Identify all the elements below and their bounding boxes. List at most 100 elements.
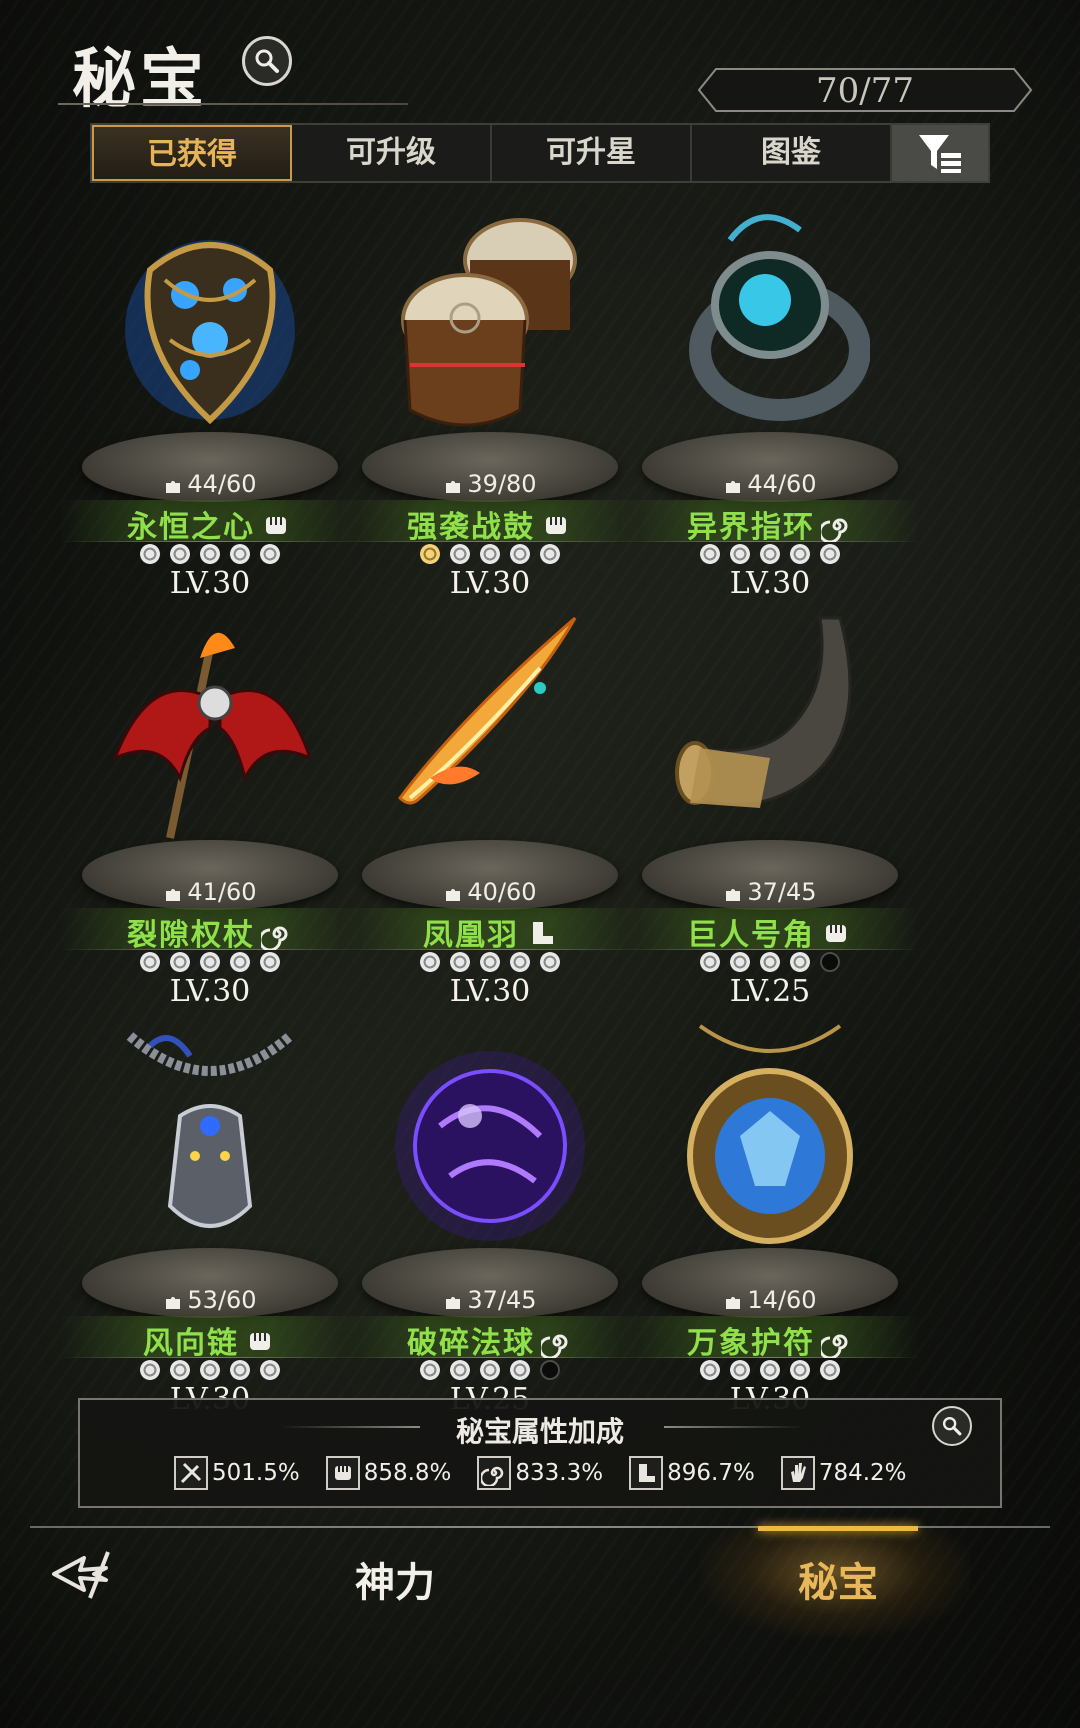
star-icon (480, 544, 500, 564)
star-icon (510, 1360, 530, 1380)
star-icon (790, 952, 810, 972)
search-icon (255, 49, 279, 73)
treasure-level: LV.30 (169, 974, 251, 1009)
star-icon (510, 544, 530, 564)
puzzle-icon (166, 889, 181, 901)
page-title: 秘宝 (72, 42, 208, 117)
treasure-card[interactable]: 14/60 万象护符 LV.30 (620, 1016, 920, 1417)
bonus-search-button[interactable] (932, 1406, 972, 1446)
treasure-name: 永恒之心 (60, 502, 360, 546)
treasure-name-text: 异界指环 (687, 510, 815, 545)
fist-icon (546, 517, 566, 534)
star-rating (340, 952, 640, 972)
puzzle-icon (726, 1297, 741, 1309)
bonus-stats: 501.5% 858.8% 833.3% 896.7% 784.2% (174, 1456, 907, 1490)
collection-count: 70/77 (698, 68, 1032, 112)
fragment-text: 40/60 (467, 878, 537, 906)
star-icon (170, 544, 190, 564)
star-rating (60, 1360, 360, 1380)
star-icon (420, 544, 440, 564)
treasure-card[interactable]: 44/60 永恒之心 LV.30 (60, 200, 360, 601)
horn-icon (675, 616, 852, 808)
treasure-card[interactable]: 39/80 强袭战鼓 LV.30 (340, 200, 640, 601)
star-icon (540, 952, 560, 972)
fragment-text: 53/60 (187, 1286, 257, 1314)
treasure-name-text: 永恒之心 (127, 510, 255, 545)
spiral-icon (821, 518, 848, 542)
treasure-card[interactable]: 37/45 巨人号角 LV.25 (620, 608, 920, 1009)
search-icon (942, 1416, 962, 1436)
puzzle-icon (166, 1297, 181, 1309)
fragment-count: 37/45 (340, 1286, 640, 1314)
treasure-card[interactable]: 44/60 异界指环 LV.30 (620, 200, 920, 601)
amulet-icon (687, 1024, 853, 1244)
nav-treasure[interactable]: 秘宝 (798, 1550, 878, 1608)
winged-scepter-icon (112, 632, 310, 839)
puzzle-icon (726, 889, 741, 901)
treasure-card[interactable]: 37/45 破碎法球 LV.25 (340, 1016, 640, 1417)
attribute-bonus-panel[interactable]: 秘宝属性加成 501.5% 858.8% 833.3% 896.7% 784.2… (78, 1398, 1002, 1508)
tab-obtained[interactable]: 已获得 (92, 125, 292, 181)
wolf-necklace-icon (126, 1032, 294, 1228)
treasure-name: 异界指环 (620, 502, 920, 546)
filter-icon (919, 135, 961, 173)
count-text: 70/77 (816, 71, 914, 111)
treasure-name: 裂隙权杖 (60, 910, 360, 954)
star-icon (260, 952, 280, 972)
sword-icon (174, 1456, 208, 1490)
star-icon (140, 544, 160, 564)
treasure-name-text: 凤凰羽 (423, 918, 519, 953)
star-icon (230, 952, 250, 972)
back-button[interactable] (50, 1546, 122, 1602)
star-icon (230, 544, 250, 564)
star-icon (790, 544, 810, 564)
back-arrow-icon (52, 1551, 110, 1599)
star-icon (200, 544, 220, 564)
treasure-level: LV.30 (169, 566, 251, 601)
tab-upgradable[interactable]: 可升级 (292, 125, 492, 181)
fragment-count: 44/60 (60, 470, 360, 498)
stat-value: 896.7% (667, 1460, 755, 1486)
puzzle-icon (446, 481, 461, 493)
puzzle-icon (726, 481, 741, 493)
star-icon (420, 1360, 440, 1380)
orb-icon (395, 1051, 585, 1241)
treasure-card[interactable]: 40/60 凤凰羽 LV.30 (340, 608, 640, 1009)
nav-divine-power[interactable]: 神力 (355, 1550, 435, 1608)
spiral-icon (541, 1334, 568, 1358)
fist-icon (266, 517, 286, 534)
star-icon (700, 1360, 720, 1380)
star-icon (170, 952, 190, 972)
treasure-level: LV.30 (449, 974, 531, 1009)
star-icon (450, 952, 470, 972)
filter-button[interactable] (892, 125, 988, 181)
stat-fist: 858.8% (325, 1456, 451, 1490)
stat-value: 501.5% (212, 1460, 300, 1486)
tab-star-up[interactable]: 可升星 (492, 125, 692, 181)
fragment-text: 44/60 (747, 470, 817, 498)
fragment-count: 39/80 (340, 470, 640, 498)
war-drums-icon (401, 218, 577, 427)
treasure-name: 凤凰羽 (340, 910, 640, 954)
treasure-card[interactable]: 41/60 裂隙权杖 LV.30 (60, 608, 360, 1009)
star-icon (760, 952, 780, 972)
star-icon (730, 952, 750, 972)
heart-relic-icon (125, 240, 295, 425)
star-icon (450, 544, 470, 564)
treasure-card[interactable]: 53/60 风向链 LV.30 (60, 1016, 360, 1417)
fragment-text: 41/60 (187, 878, 257, 906)
fragment-text: 14/60 (747, 1286, 817, 1314)
star-icon (540, 1360, 560, 1380)
tab-bar: 已获得 可升级 可升星 图鉴 (90, 123, 990, 183)
star-rating (620, 544, 920, 564)
star-rating (620, 952, 920, 972)
fragment-text: 39/80 (467, 470, 537, 498)
star-rating (60, 544, 360, 564)
treasure-name: 风向链 (60, 1318, 360, 1362)
tab-codex[interactable]: 图鉴 (692, 125, 892, 181)
stat-sword: 501.5% (174, 1456, 300, 1490)
fist-icon (826, 925, 846, 942)
treasure-name-text: 裂隙权杖 (127, 918, 255, 953)
search-button[interactable] (242, 36, 292, 86)
fragment-count: 41/60 (60, 878, 360, 906)
